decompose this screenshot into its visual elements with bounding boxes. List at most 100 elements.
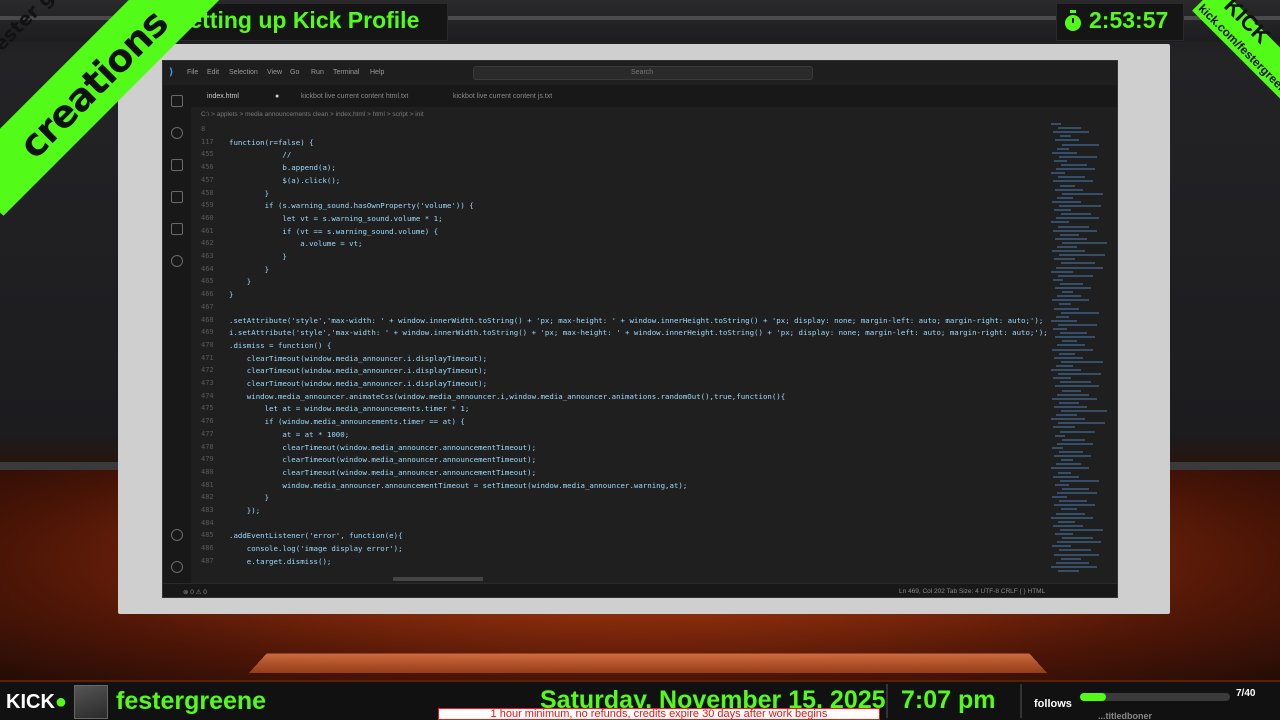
minimap-line	[1057, 442, 1093, 445]
minimap-line	[1054, 356, 1083, 359]
minimap-line	[1061, 262, 1095, 265]
code-line[interactable]: function(r=false) {	[229, 138, 314, 147]
minimap[interactable]	[1051, 123, 1111, 581]
minimap-line	[1053, 475, 1079, 478]
explorer-icon[interactable]	[171, 95, 183, 107]
code-line[interactable]: e.target.dismiss();	[229, 557, 332, 566]
code-line[interactable]: .addEventListener('error', function(e){	[229, 531, 403, 540]
code-line[interactable]: at = at * 1000;	[229, 430, 349, 439]
search-placeholder: Search	[631, 69, 654, 76]
menu-selection[interactable]: Selection	[229, 69, 258, 76]
code-line[interactable]: window.media_announcer.animateCss(window…	[229, 392, 785, 401]
line-number: 479	[201, 455, 214, 464]
menu-help[interactable]: Help	[370, 69, 384, 76]
minimap-line	[1058, 225, 1089, 228]
status-bar: ⊗ 0 ⚠ 0 Ln 469, Col 202 Tab Size: 4 UTF-…	[163, 583, 1117, 597]
menu-file[interactable]: File	[187, 69, 198, 76]
minimap-line	[1051, 467, 1089, 470]
minimap-line	[1060, 528, 1103, 531]
code-line[interactable]: clearTimeout(window.media_announcer.i.di…	[229, 379, 487, 388]
minimap-line	[1058, 323, 1097, 326]
minimap-line	[1054, 553, 1099, 556]
minimap-line	[1051, 270, 1073, 273]
code-line[interactable]: if (window.media_announcements.timer == …	[229, 417, 465, 426]
minimap-line	[1054, 307, 1079, 310]
code-line[interactable]: });	[229, 506, 260, 515]
tab-kickbot-js[interactable]: kickbot live current content js.txt	[453, 93, 552, 100]
follows-progress-fill	[1080, 693, 1107, 701]
code-line[interactable]: }	[229, 265, 269, 274]
horizontal-scrollbar[interactable]	[393, 577, 483, 581]
menu-edit[interactable]: Edit	[207, 69, 219, 76]
run-debug-icon[interactable]	[171, 191, 183, 203]
menu-run[interactable]: Run	[311, 69, 324, 76]
code-line[interactable]: $(a).click();	[229, 176, 340, 185]
line-number: 456	[201, 163, 214, 172]
tab-index-html[interactable]: index.html	[207, 93, 239, 100]
minimap-line	[1057, 147, 1069, 150]
code-line[interactable]: window.media_announcer.announcementTimeo…	[229, 481, 687, 490]
line-number: 8	[201, 125, 206, 133]
code-line[interactable]: clearTimeout(window.media_announcer.anno…	[229, 443, 536, 452]
code-line[interactable]: }	[229, 277, 251, 286]
code-line[interactable]: clearTimeout(window.media_announcer.i.di…	[229, 366, 487, 375]
code-line[interactable]: let vt = s.warning_sound.volume * 1;	[229, 214, 442, 223]
code-line[interactable]: i.setAttribute('style','max-width: ' + w…	[229, 328, 1048, 337]
minimap-line	[1061, 508, 1077, 511]
latest-follower: ...titledboner	[1098, 711, 1152, 720]
editor-status[interactable]: Ln 469, Col 202 Tab Size: 4 UTF-8 CRLF {…	[899, 588, 1045, 595]
minimap-line	[1060, 381, 1091, 384]
code-line[interactable]: .setAttribute('style','max-width: ' + wi…	[229, 316, 1043, 325]
code-line[interactable]: b.append(a);	[229, 163, 335, 172]
code-line[interactable]: clearTimeout(window.media_announcer.anno…	[229, 455, 536, 464]
code-line[interactable]: clearTimeout(window.media_announcer.i.di…	[229, 354, 487, 363]
line-number: 459	[201, 201, 214, 210]
tab-kickbot-html[interactable]: kickbot live current content html.txt	[301, 93, 408, 100]
minimap-line	[1051, 172, 1065, 175]
settings-gear-icon[interactable]	[171, 561, 183, 573]
menu-go[interactable]: Go	[290, 69, 299, 76]
clock-display: 7:07 pm	[901, 686, 996, 714]
remote-icon[interactable]	[171, 255, 183, 267]
minimap-line	[1058, 569, 1079, 572]
code-line[interactable]: }	[229, 252, 286, 261]
minimap-line	[1058, 373, 1101, 376]
extensions-icon[interactable]	[171, 223, 183, 235]
search-icon[interactable]	[171, 127, 183, 139]
code-line[interactable]: .dismiss = function() {	[229, 341, 331, 350]
account-icon[interactable]	[171, 529, 183, 541]
code-line[interactable]: console.log('image display error');	[229, 544, 403, 553]
line-number: 474	[201, 391, 214, 400]
minimap-line	[1054, 159, 1067, 162]
code-line[interactable]: }	[229, 493, 269, 502]
minimap-line	[1059, 303, 1071, 306]
line-number: 466	[201, 290, 214, 299]
code-line[interactable]: if (vt == s.warning_sound.volume) {	[229, 227, 438, 236]
minimap-line	[1062, 192, 1103, 195]
menu-terminal[interactable]: Terminal	[333, 69, 359, 76]
code-editor[interactable]: 8 117 function(r=false) {455 // 456 b.appen…	[191, 123, 1051, 581]
line-number: 484	[201, 518, 214, 527]
menu-view[interactable]: View	[267, 69, 282, 76]
code-line[interactable]: let at = window.media_announcements.time…	[229, 404, 470, 413]
minimap-line	[1052, 200, 1081, 203]
minimap-line	[1051, 319, 1077, 322]
minimap-line	[1062, 487, 1089, 490]
minimap-line	[1056, 266, 1103, 269]
minimap-line	[1053, 377, 1071, 380]
code-line[interactable]: if (s.warning_sound.hasOwnProperty('volu…	[229, 201, 474, 210]
source-control-icon[interactable]	[171, 159, 183, 171]
code-line[interactable]: //	[229, 150, 291, 159]
line-number: 463	[201, 252, 214, 260]
code-line[interactable]: }	[229, 189, 269, 198]
code-line[interactable]: clearTimeout(window.media_announcer.anno…	[229, 468, 536, 477]
code-line[interactable]: }	[229, 290, 233, 299]
minimap-line	[1056, 315, 1069, 318]
problems-status[interactable]: ⊗ 0 ⚠ 0	[183, 588, 207, 596]
code-line[interactable]: a.volume = vt;	[229, 239, 362, 248]
stream-timer: 2:53:57	[1089, 7, 1169, 33]
minimap-line	[1058, 274, 1093, 277]
minimap-line	[1057, 196, 1073, 199]
minimap-line	[1052, 446, 1063, 449]
minimap-line	[1062, 291, 1073, 294]
